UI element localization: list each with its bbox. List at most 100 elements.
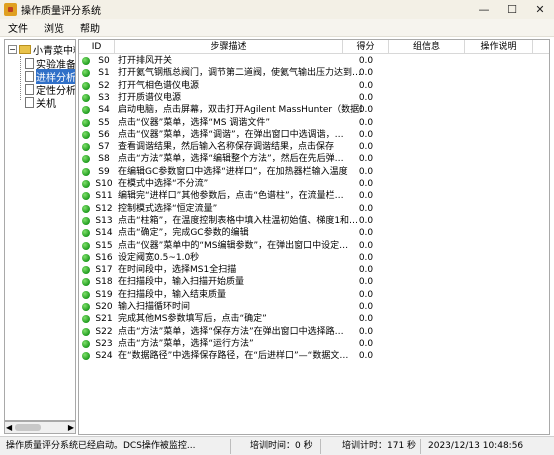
col-group-header[interactable]: 组信息 bbox=[389, 40, 465, 54]
table-row[interactable]: S9 在编辑GC参数窗口中选择“进样口”，在加热器栏输入温度 0.0 bbox=[79, 166, 549, 178]
status-dot-icon bbox=[82, 352, 90, 361]
table-row[interactable]: S16 设定阈宽0.5~1.0秒 0.0 bbox=[79, 252, 549, 264]
table-row[interactable]: S24 在“数据路径”中选择保存路径，在“后进样口”—“数据文… 0.0 bbox=[79, 350, 549, 362]
title-bar: 操作质量评分系统 — ☐ ✕ bbox=[0, 0, 554, 19]
table-row[interactable]: S23 点击“方法”菜单，选择“运行方法” 0.0 bbox=[79, 338, 549, 350]
status-dot-icon bbox=[82, 118, 90, 127]
table-row[interactable]: S10 在模式中选择“不分流” 0.0 bbox=[79, 178, 549, 190]
row-score: 0.0 bbox=[358, 154, 374, 165]
row-score: 0.0 bbox=[358, 92, 374, 103]
tree-horizontal-scrollbar[interactable]: ◀ ▶ bbox=[4, 421, 76, 434]
table-row[interactable]: S21 完成其他MS参数填写后，点击“确定” 0.0 bbox=[79, 313, 549, 325]
table-row[interactable]: S7 查看调谐结果，然后输入名称保存调谐结果，点击保存 0.0 bbox=[79, 141, 549, 153]
row-score: 0.0 bbox=[358, 265, 374, 276]
row-description: 打开排风开关 bbox=[118, 56, 173, 66]
row-score: 0.0 bbox=[358, 105, 374, 116]
status-message: 操作质量评分系统已经启动。DCS操作被监控... bbox=[6, 441, 196, 451]
maximize-button[interactable]: ☐ bbox=[498, 0, 526, 19]
status-dot-icon bbox=[82, 192, 90, 201]
status-dot-icon bbox=[82, 229, 90, 238]
row-description: 打开氦气钢瓶总阀门，调节第二道阀，使氦气输出压力达到… bbox=[118, 68, 362, 79]
document-icon bbox=[25, 58, 34, 69]
status-divider bbox=[320, 439, 321, 454]
status-dot-icon bbox=[82, 167, 90, 176]
tree-item-shutdown[interactable]: 关机 bbox=[25, 96, 56, 110]
table-row[interactable]: S13 点击“柱箱”，在温度控制表格中填入柱温初始值、梯度1和… 0.0 bbox=[79, 215, 549, 227]
status-dot-icon bbox=[82, 278, 90, 287]
folder-icon bbox=[19, 45, 31, 54]
table-row[interactable]: S20 输入扫描循环时间 0.0 bbox=[79, 301, 549, 313]
document-icon bbox=[25, 71, 34, 82]
table-row[interactable]: S4 启动电脑，点击屏幕，双击打开Agilent MassHunter（数据采… 0… bbox=[79, 104, 549, 116]
row-description: 点击“确定”，完成GC参数的编辑 bbox=[118, 228, 249, 239]
row-id: S15 bbox=[95, 240, 113, 251]
row-id: S14 bbox=[95, 228, 113, 239]
status-dot-icon bbox=[82, 57, 90, 65]
col-score-header[interactable]: 得分 bbox=[343, 40, 389, 54]
menu-browse[interactable]: 浏览 bbox=[36, 20, 72, 35]
row-id: S7 bbox=[98, 142, 110, 153]
table-row[interactable]: S0 打开排风开关 0.0 bbox=[79, 55, 549, 67]
col-notes-header[interactable]: 操作说明 bbox=[465, 40, 533, 54]
table-row[interactable]: S22 点击“方法”菜单，选择“保存方法”在弹出窗口中选择路… 0.0 bbox=[79, 326, 549, 338]
row-score: 0.0 bbox=[358, 252, 374, 263]
window-title: 操作质量评分系统 bbox=[21, 6, 101, 17]
row-score: 0.0 bbox=[358, 338, 374, 349]
row-score: 0.0 bbox=[358, 68, 374, 79]
table-row[interactable]: S2 打开气相色谱仪电源 0.0 bbox=[79, 80, 549, 92]
table-row[interactable]: S1 打开氦气钢瓶总阀门，调节第二道阀，使氦气输出压力达到… 0.0 bbox=[79, 67, 549, 79]
row-description: 打开质谱仪电源 bbox=[118, 92, 182, 103]
row-description: 在编辑GC参数窗口中选择“进样口”，在加热器栏输入温度 bbox=[118, 166, 348, 177]
close-button[interactable]: ✕ bbox=[526, 0, 554, 19]
table-row[interactable]: S17 在时间段中，选择MS1全扫描 0.0 bbox=[79, 264, 549, 276]
row-id: S24 bbox=[95, 351, 113, 362]
row-id: S13 bbox=[95, 215, 113, 226]
row-id: S12 bbox=[95, 203, 113, 214]
table-row[interactable]: S12 控制模式选择“恒定流量” 0.0 bbox=[79, 203, 549, 215]
tree-root[interactable]: − 小青菜中料 bbox=[8, 43, 75, 57]
table-row[interactable]: S19 在扫描段中，输入结束质量 0.0 bbox=[79, 289, 549, 301]
row-id: S6 bbox=[98, 129, 110, 140]
table-row[interactable]: S5 点击“仪器”菜单，选择“MS 调谐文件” 0.0 bbox=[79, 117, 549, 129]
status-dot-icon bbox=[82, 106, 90, 115]
table-row[interactable]: S3 打开质谱仪电源 0.0 bbox=[79, 92, 549, 104]
status-dot-icon bbox=[82, 290, 90, 299]
status-dot-icon bbox=[82, 216, 90, 225]
col-desc-header[interactable]: 步骤描述 bbox=[115, 40, 343, 54]
table-row[interactable]: S15 点击“仪器”菜单中的“MS编辑参数”，在弹出窗口中设定… 0.0 bbox=[79, 240, 549, 252]
col-id-header[interactable]: ID bbox=[79, 40, 115, 54]
document-icon bbox=[25, 84, 34, 95]
table-row[interactable]: S8 点击“方法”菜单，选择“编辑整个方法”，然后在先后弹… 0.0 bbox=[79, 153, 549, 165]
row-score: 0.0 bbox=[358, 117, 374, 128]
row-description: 编辑完“进样口”其他参数后，点击“色谱柱”，在流量栏… bbox=[118, 191, 344, 202]
menu-file[interactable]: 文件 bbox=[0, 20, 36, 35]
table-row[interactable]: S14 点击“确定”，完成GC参数的编辑 0.0 bbox=[79, 227, 549, 239]
scroll-right-icon[interactable]: ▶ bbox=[68, 422, 74, 433]
list-header: ID 步骤描述 得分 组信息 操作说明 bbox=[79, 40, 549, 54]
row-id: S4 bbox=[98, 105, 110, 116]
status-dot-icon bbox=[82, 130, 90, 139]
menu-help[interactable]: 帮助 bbox=[72, 20, 108, 35]
document-icon bbox=[25, 97, 34, 108]
table-row[interactable]: S18 在扫描段中，输入扫描开始质量 0.0 bbox=[79, 276, 549, 288]
status-dot-icon bbox=[82, 315, 90, 324]
row-score: 0.0 bbox=[358, 129, 374, 140]
row-score: 0.0 bbox=[358, 240, 374, 251]
tree-view: − 小青菜中料 实验准备 进样分析 定性分析 关机 bbox=[4, 39, 76, 421]
status-divider bbox=[230, 439, 231, 454]
row-id: S23 bbox=[95, 338, 113, 349]
row-description: 查看调谐结果，然后输入名称保存调谐结果，点击保存 bbox=[118, 142, 335, 153]
row-description: 点击“仪器”菜单，选择“MS 调谐文件” bbox=[118, 117, 270, 128]
row-description: 输入扫描循环时间 bbox=[118, 302, 191, 312]
row-score: 0.0 bbox=[358, 302, 374, 312]
minimize-button[interactable]: — bbox=[470, 0, 498, 19]
row-description: 点击“方法”菜单，选择“运行方法” bbox=[118, 338, 254, 349]
row-score: 0.0 bbox=[358, 191, 374, 202]
scrollbar-thumb[interactable] bbox=[15, 424, 41, 431]
table-row[interactable]: S6 点击“仪器”菜单，选择“调谐”，在弹出窗口中选调谐，… 0.0 bbox=[79, 129, 549, 141]
status-dot-icon bbox=[82, 81, 90, 90]
table-row[interactable]: S11 编辑完“进样口”其他参数后，点击“色谱柱”，在流量栏… 0.0 bbox=[79, 190, 549, 202]
scroll-left-icon[interactable]: ◀ bbox=[6, 422, 12, 433]
collapse-icon[interactable]: − bbox=[8, 45, 17, 54]
row-description: 在扫描段中，输入结束质量 bbox=[118, 289, 227, 300]
